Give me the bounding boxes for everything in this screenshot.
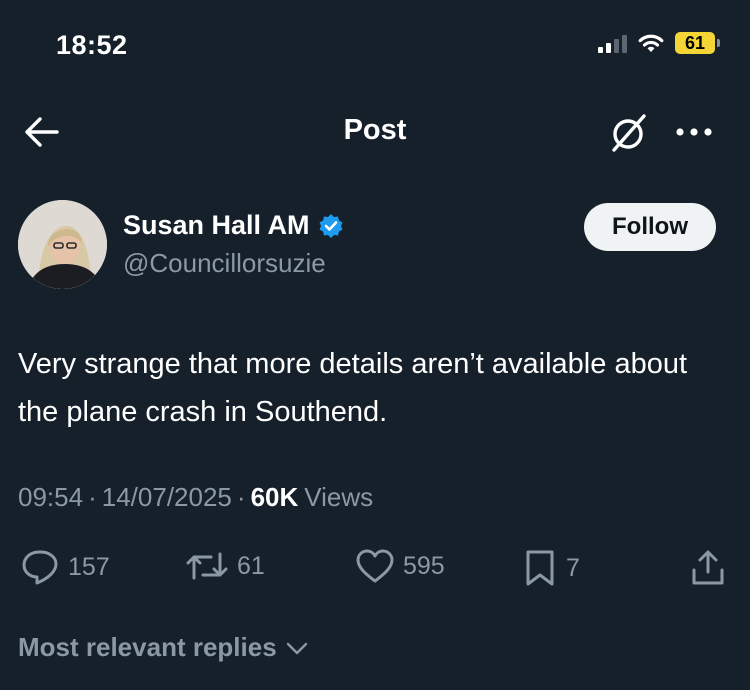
more-horizontal-icon (676, 128, 712, 136)
more-options-button[interactable] (672, 114, 716, 150)
author-row: Susan Hall AM @Councillorsuzie Follow (0, 196, 750, 296)
reply-button[interactable]: 157 (20, 548, 110, 586)
repost-count: 61 (237, 551, 265, 580)
bookmark-count: 7 (566, 553, 580, 582)
like-button[interactable]: 595 (355, 548, 445, 584)
status-bar: 18:52 61 (0, 0, 750, 92)
tweet-date[interactable]: 14/07/2025 (102, 482, 232, 513)
grok-button[interactable] (606, 110, 652, 156)
display-name-row: Susan Hall AM (123, 210, 344, 241)
verified-badge-icon (319, 213, 343, 238)
bookmark-icon (526, 550, 554, 586)
wifi-icon (638, 34, 664, 52)
reply-icon (22, 550, 58, 585)
share-icon (692, 550, 724, 585)
chevron-down-icon (286, 642, 307, 654)
user-handle[interactable]: @Councillorsuzie (123, 248, 326, 279)
reply-count: 157 (68, 552, 110, 581)
replies-sort-dropdown[interactable]: Most relevant replies (18, 632, 309, 663)
repost-icon (186, 552, 228, 580)
battery-icon: 61 (675, 32, 720, 54)
meta-separator: · (88, 482, 97, 512)
avatar-photo (18, 200, 107, 289)
bookmark-button[interactable]: 7 (522, 548, 580, 588)
grok-icon (612, 114, 646, 152)
replies-sort-label: Most relevant replies (18, 632, 277, 662)
like-count: 595 (403, 551, 445, 580)
battery-level: 61 (675, 32, 715, 54)
cellular-signal-icon (598, 33, 627, 53)
display-name[interactable]: Susan Hall AM (123, 210, 310, 241)
nav-bar: Post (0, 92, 750, 174)
follow-button[interactable]: Follow (584, 203, 716, 251)
tweet-meta: 09:54 · 14/07/2025 · 60K Views (18, 482, 373, 513)
views-count[interactable]: 60K (251, 482, 299, 513)
tweet-text: Very strange that more details aren’t av… (18, 348, 688, 428)
heart-icon (356, 549, 394, 583)
share-button[interactable] (690, 548, 726, 588)
status-time: 18:52 (56, 30, 128, 60)
status-icons: 61 (598, 32, 720, 54)
action-bar: 157 61 595 7 (0, 540, 750, 596)
meta-separator: · (236, 482, 246, 512)
avatar[interactable] (18, 200, 107, 289)
repost-button[interactable]: 61 (185, 548, 265, 584)
views-label: Views (304, 482, 374, 512)
tweet-time[interactable]: 09:54 (18, 482, 83, 513)
